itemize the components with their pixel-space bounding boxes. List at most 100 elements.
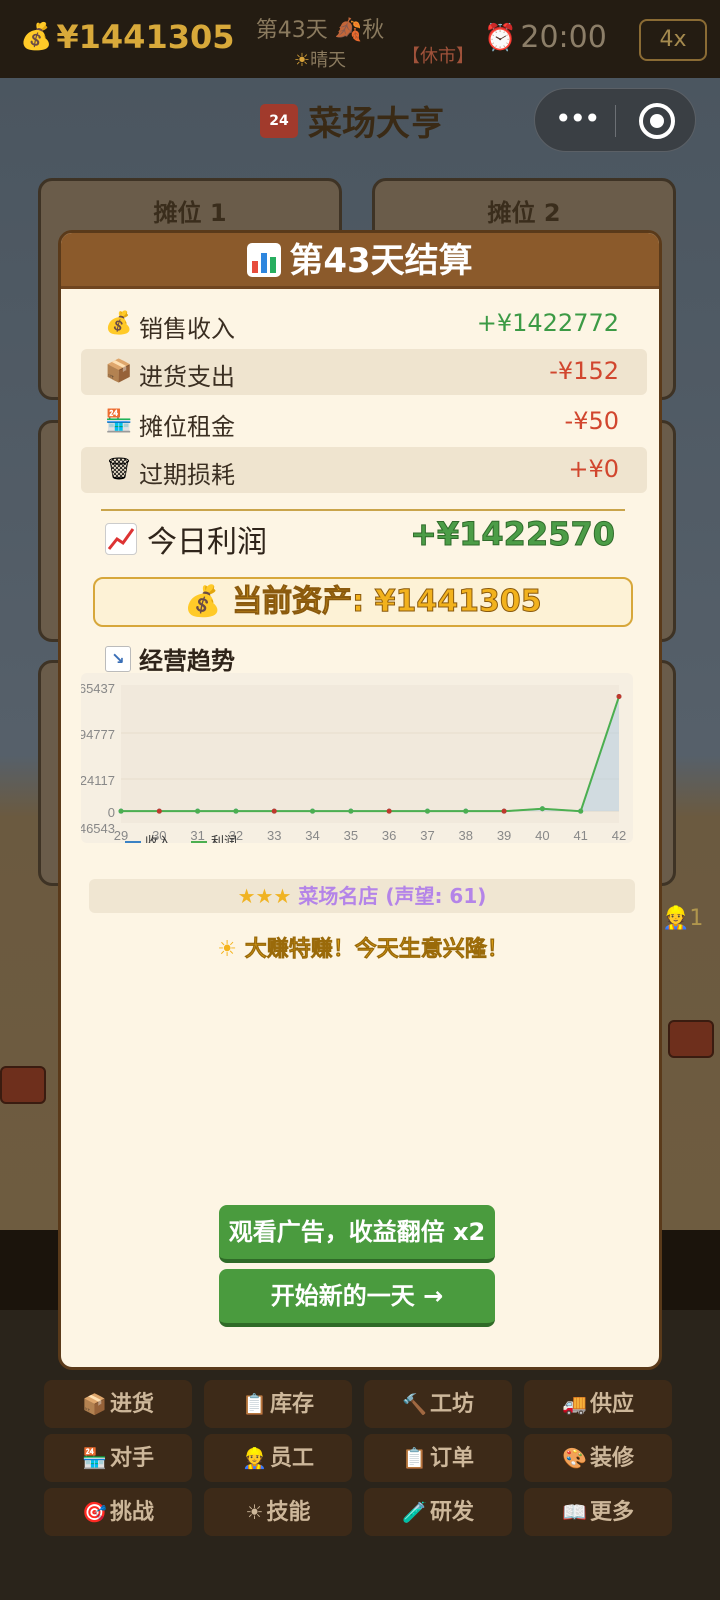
- plot-area: [121, 685, 619, 823]
- row-label: 过期损耗: [139, 461, 235, 489]
- data-point: [233, 808, 239, 814]
- menu-research-button[interactable]: 🧪 研发: [364, 1488, 512, 1536]
- clipboard-icon: 📋: [402, 1446, 427, 1470]
- menu-orders-button[interactable]: 📋 订单: [364, 1434, 512, 1482]
- x-tick-label: 29: [114, 828, 128, 843]
- summary-row: 🏪 摊位租金 -¥50: [81, 399, 647, 445]
- double-income-button[interactable]: 观看广告，收益翻倍 x2: [219, 1205, 495, 1263]
- trend-chart: 5654379947774241170146543293031323334353…: [81, 673, 633, 843]
- money-bag-icon: 💰: [20, 22, 53, 52]
- menu-rival-button[interactable]: 🏪 对手: [44, 1434, 192, 1482]
- cheer-message: ☀ 大赚特赚！今天生意兴隆！: [61, 931, 659, 963]
- summary-row: 📦 进货支出 -¥152: [81, 349, 647, 395]
- profit-label: 今日利润: [147, 525, 267, 560]
- x-tick-label: 36: [382, 828, 396, 843]
- briefcase-icon[interactable]: [668, 1020, 714, 1058]
- y-tick-label: 424117: [81, 773, 115, 788]
- y-tick-label: 146543: [81, 821, 115, 836]
- summary-row: 🗑 过期损耗 +¥0: [81, 447, 647, 493]
- star-icon: ★★★: [237, 884, 292, 908]
- summary-row: 💰 销售收入 +¥1422772: [81, 301, 647, 347]
- money-bag-icon: 💰: [105, 311, 133, 336]
- clock-time: 20:00: [520, 20, 607, 55]
- divider: [101, 509, 625, 511]
- row-value: +¥0: [568, 455, 619, 483]
- x-tick-label: 38: [459, 828, 473, 843]
- legend-label: 收入: [145, 834, 171, 843]
- worker-icon: 👷: [242, 1446, 267, 1470]
- data-point: [578, 808, 584, 814]
- y-tick-label: 0: [108, 805, 115, 820]
- data-point: [118, 808, 124, 814]
- money-value: ¥1441305: [56, 18, 235, 56]
- data-point: [501, 808, 507, 814]
- next-day-button[interactable]: 开始新的一天 →: [219, 1269, 495, 1327]
- status-bar: 💰 ¥1441305 第43天 🍂秋 ☀晴天 【休市】 ⏰ 20:00 4x: [0, 0, 720, 78]
- x-tick-label: 31: [190, 828, 204, 843]
- worker-count: 👷1: [662, 906, 704, 931]
- money-display: 💰 ¥1441305: [20, 18, 235, 56]
- menu-supply-button[interactable]: 🚚 供应: [524, 1380, 672, 1428]
- settlement-modal: 第43天结算 💰 销售收入 +¥1422772 📦 进货支出 -¥152 🏪 摊…: [58, 230, 662, 1370]
- data-point: [195, 808, 201, 814]
- hammer-icon: 🔨: [402, 1392, 427, 1416]
- row-value: -¥50: [564, 407, 619, 435]
- convenience-store-icon: 🏪: [82, 1446, 107, 1470]
- menu-workshop-button[interactable]: 🔨 工坊: [364, 1380, 512, 1428]
- data-point: [424, 808, 430, 814]
- menu-skills-button[interactable]: ☀ 技能: [204, 1488, 352, 1536]
- bar-chart-icon: [247, 243, 282, 277]
- current-assets: 💰 当前资产: ¥1441305: [93, 577, 633, 627]
- capsule-divider: [615, 105, 616, 137]
- clipboard-icon: 📋: [242, 1392, 267, 1416]
- test-tube-icon: 🧪: [402, 1500, 427, 1524]
- target-icon: 🎯: [82, 1500, 107, 1524]
- x-tick-label: 37: [420, 828, 434, 843]
- package-icon: 📦: [105, 359, 133, 384]
- menu-inventory-button[interactable]: 📋 库存: [204, 1380, 352, 1428]
- x-tick-label: 41: [573, 828, 587, 843]
- menu-stock-in-button[interactable]: 📦 进货: [44, 1380, 192, 1428]
- data-point: [348, 808, 354, 814]
- assets-text: 当前资产: ¥1441305: [232, 584, 542, 620]
- row-label: 摊位租金: [139, 413, 235, 441]
- sun-icon: ☀: [293, 50, 311, 71]
- data-point: [386, 808, 392, 814]
- convenience-store-icon: 24: [260, 103, 298, 138]
- menu-challenge-button[interactable]: 🎯 挑战: [44, 1488, 192, 1536]
- x-tick-label: 39: [497, 828, 511, 843]
- clock: ⏰ 20:00: [484, 20, 607, 55]
- y-tick-label: 994777: [81, 727, 115, 742]
- game-title-text: 菜场大亨: [308, 104, 444, 144]
- truck-icon: 🚚: [562, 1392, 587, 1416]
- mini-program-capsule: •••: [534, 88, 696, 152]
- data-point: [616, 694, 622, 700]
- menu-staff-button[interactable]: 👷 员工: [204, 1434, 352, 1482]
- menu-decor-button[interactable]: 🎨 装修: [524, 1434, 672, 1482]
- legend-label: 利润: [211, 834, 237, 843]
- trash-icon: 🗑: [105, 457, 133, 482]
- day-label: 第43天: [255, 18, 328, 43]
- data-point: [463, 808, 469, 814]
- row-value: -¥152: [549, 357, 619, 385]
- chart-up-icon: [105, 523, 137, 555]
- x-tick-label: 34: [305, 828, 319, 843]
- stall-2-title: 摊位 2: [487, 199, 561, 227]
- close-target-icon[interactable]: [639, 103, 675, 139]
- speed-button[interactable]: 4x: [639, 19, 707, 61]
- alarm-clock-icon: ⏰: [484, 22, 517, 53]
- data-point: [310, 808, 316, 814]
- reputation-text: 菜场名店 (声望: 61): [298, 884, 487, 908]
- y-tick-label: 565437: [81, 681, 115, 696]
- menu-more-button[interactable]: 📖 更多: [524, 1488, 672, 1536]
- trend-title: ↘ 经营趋势: [105, 641, 235, 676]
- day-info: 第43天 🍂秋 ☀晴天: [240, 12, 400, 72]
- package-icon: 📦: [82, 1392, 107, 1416]
- sun-icon: ☀: [245, 1500, 264, 1524]
- row-label: 销售收入: [139, 315, 235, 343]
- leaf-icon: 🍂: [334, 18, 363, 43]
- reputation-bar: ★★★ 菜场名店 (声望: 61): [89, 879, 635, 913]
- season-label: 秋: [362, 18, 385, 43]
- more-icon[interactable]: •••: [555, 105, 601, 133]
- briefcase-icon[interactable]: [0, 1066, 46, 1104]
